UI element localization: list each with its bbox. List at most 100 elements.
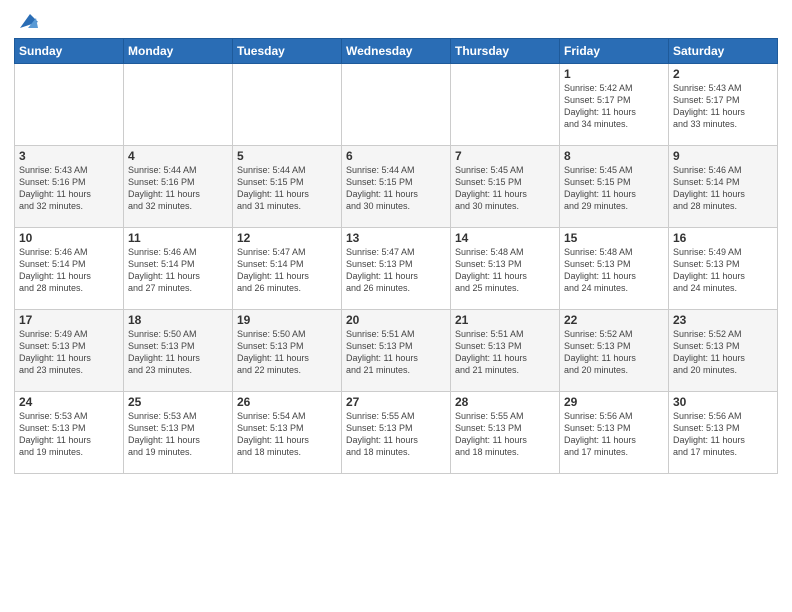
- calendar-cell: 30Sunrise: 5:56 AM Sunset: 5:13 PM Dayli…: [669, 392, 778, 474]
- calendar-week-row: 10 Sunrise: 5:46 AM Sunset: 5:14 PM Dayli…: [15, 228, 778, 310]
- calendar-cell: 21Sunrise: 5:51 AM Sunset: 5:13 PM Dayli…: [451, 310, 560, 392]
- day-info: Sunrise: 5:45 AM Sunset: 5:15 PM Dayligh…: [564, 164, 664, 213]
- calendar-header-sunday: Sunday: [15, 39, 124, 64]
- day-info: Sunrise: 5:56 AM Sunset: 5:13 PM Dayligh…: [564, 410, 664, 459]
- day-info: Sunrise: 5:49 AM Sunset: 5:13 PM Dayligh…: [19, 328, 119, 377]
- calendar-header-row: SundayMondayTuesdayWednesdayThursdayFrid…: [15, 39, 778, 64]
- calendar-cell: [124, 64, 233, 146]
- day-info: Sunrise: 5:48 AM Sunset: 5:13 PM Dayligh…: [564, 246, 664, 295]
- calendar-cell: 6Sunrise: 5:44 AM Sunset: 5:15 PM Daylig…: [342, 146, 451, 228]
- calendar-cell: [233, 64, 342, 146]
- day-number: 2: [673, 67, 773, 81]
- day-number: 13: [346, 231, 446, 245]
- calendar-cell: 19Sunrise: 5:50 AM Sunset: 5:13 PM Dayli…: [233, 310, 342, 392]
- calendar-cell: 15Sunrise: 5:48 AM Sunset: 5:13 PM Dayli…: [560, 228, 669, 310]
- calendar-cell: 1Sunrise: 5:42 AM Sunset: 5:17 PM Daylig…: [560, 64, 669, 146]
- day-info: Sunrise: 5:47 AM Sunset: 5:13 PM Dayligh…: [346, 246, 446, 295]
- calendar-header-thursday: Thursday: [451, 39, 560, 64]
- logo-icon: [16, 10, 38, 32]
- day-number: 4: [128, 149, 228, 163]
- calendar-cell: 27Sunrise: 5:55 AM Sunset: 5:13 PM Dayli…: [342, 392, 451, 474]
- day-number: 18: [128, 313, 228, 327]
- calendar-cell: 28Sunrise: 5:55 AM Sunset: 5:13 PM Dayli…: [451, 392, 560, 474]
- calendar-week-row: 17Sunrise: 5:49 AM Sunset: 5:13 PM Dayli…: [15, 310, 778, 392]
- day-number: 20: [346, 313, 446, 327]
- day-info: Sunrise: 5:53 AM Sunset: 5:13 PM Dayligh…: [19, 410, 119, 459]
- calendar-table: SundayMondayTuesdayWednesdayThursdayFrid…: [14, 38, 778, 474]
- calendar-cell: 14Sunrise: 5:48 AM Sunset: 5:13 PM Dayli…: [451, 228, 560, 310]
- calendar-cell: [451, 64, 560, 146]
- day-info: Sunrise: 5:51 AM Sunset: 5:13 PM Dayligh…: [455, 328, 555, 377]
- day-info: Sunrise: 5:45 AM Sunset: 5:15 PM Dayligh…: [455, 164, 555, 213]
- day-info: Sunrise: 5:53 AM Sunset: 5:13 PM Dayligh…: [128, 410, 228, 459]
- calendar-header-friday: Friday: [560, 39, 669, 64]
- day-number: 10: [19, 231, 119, 245]
- calendar-week-row: 1Sunrise: 5:42 AM Sunset: 5:17 PM Daylig…: [15, 64, 778, 146]
- day-number: 23: [673, 313, 773, 327]
- day-info: Sunrise: 5:48 AM Sunset: 5:13 PM Dayligh…: [455, 246, 555, 295]
- calendar-header-saturday: Saturday: [669, 39, 778, 64]
- calendar-cell: 26Sunrise: 5:54 AM Sunset: 5:13 PM Dayli…: [233, 392, 342, 474]
- day-number: 25: [128, 395, 228, 409]
- day-number: 19: [237, 313, 337, 327]
- day-info: Sunrise: 5:46 AM Sunset: 5:14 PM Dayligh…: [128, 246, 228, 295]
- calendar-cell: 4Sunrise: 5:44 AM Sunset: 5:16 PM Daylig…: [124, 146, 233, 228]
- day-info: Sunrise: 5:50 AM Sunset: 5:13 PM Dayligh…: [128, 328, 228, 377]
- day-info: Sunrise: 5:55 AM Sunset: 5:13 PM Dayligh…: [346, 410, 446, 459]
- calendar-week-row: 3Sunrise: 5:43 AM Sunset: 5:16 PM Daylig…: [15, 146, 778, 228]
- header: [14, 10, 778, 32]
- day-number: 11: [128, 231, 228, 245]
- calendar-cell: 5Sunrise: 5:44 AM Sunset: 5:15 PM Daylig…: [233, 146, 342, 228]
- day-info: Sunrise: 5:47 AM Sunset: 5:14 PM Dayligh…: [237, 246, 337, 295]
- day-number: 26: [237, 395, 337, 409]
- calendar-cell: 8Sunrise: 5:45 AM Sunset: 5:15 PM Daylig…: [560, 146, 669, 228]
- day-number: 16: [673, 231, 773, 245]
- page: SundayMondayTuesdayWednesdayThursdayFrid…: [0, 0, 792, 612]
- logo-area: [14, 10, 38, 32]
- calendar-cell: [342, 64, 451, 146]
- day-number: 6: [346, 149, 446, 163]
- day-number: 30: [673, 395, 773, 409]
- calendar-cell: 9Sunrise: 5:46 AM Sunset: 5:14 PM Daylig…: [669, 146, 778, 228]
- day-info: Sunrise: 5:56 AM Sunset: 5:13 PM Dayligh…: [673, 410, 773, 459]
- calendar-cell: 18Sunrise: 5:50 AM Sunset: 5:13 PM Dayli…: [124, 310, 233, 392]
- day-number: 3: [19, 149, 119, 163]
- day-info: Sunrise: 5:52 AM Sunset: 5:13 PM Dayligh…: [673, 328, 773, 377]
- day-number: 12: [237, 231, 337, 245]
- day-info: Sunrise: 5:44 AM Sunset: 5:15 PM Dayligh…: [237, 164, 337, 213]
- day-number: 15: [564, 231, 664, 245]
- day-info: Sunrise: 5:55 AM Sunset: 5:13 PM Dayligh…: [455, 410, 555, 459]
- day-number: 7: [455, 149, 555, 163]
- day-info: Sunrise: 5:42 AM Sunset: 5:17 PM Dayligh…: [564, 82, 664, 131]
- calendar-header-wednesday: Wednesday: [342, 39, 451, 64]
- calendar-cell: 22Sunrise: 5:52 AM Sunset: 5:13 PM Dayli…: [560, 310, 669, 392]
- day-info: Sunrise: 5:51 AM Sunset: 5:13 PM Dayligh…: [346, 328, 446, 377]
- day-info: Sunrise: 5:52 AM Sunset: 5:13 PM Dayligh…: [564, 328, 664, 377]
- calendar-cell: 17Sunrise: 5:49 AM Sunset: 5:13 PM Dayli…: [15, 310, 124, 392]
- day-number: 5: [237, 149, 337, 163]
- calendar-week-row: 24Sunrise: 5:53 AM Sunset: 5:13 PM Dayli…: [15, 392, 778, 474]
- calendar-cell: 7Sunrise: 5:45 AM Sunset: 5:15 PM Daylig…: [451, 146, 560, 228]
- day-number: 28: [455, 395, 555, 409]
- day-number: 29: [564, 395, 664, 409]
- day-number: 8: [564, 149, 664, 163]
- calendar-cell: 29Sunrise: 5:56 AM Sunset: 5:13 PM Dayli…: [560, 392, 669, 474]
- day-number: 1: [564, 67, 664, 81]
- calendar-cell: 12Sunrise: 5:47 AM Sunset: 5:14 PM Dayli…: [233, 228, 342, 310]
- day-info: Sunrise: 5:44 AM Sunset: 5:15 PM Dayligh…: [346, 164, 446, 213]
- day-info: Sunrise: 5:46 AM Sunset: 5:14 PM Dayligh…: [673, 164, 773, 213]
- day-info: Sunrise: 5:44 AM Sunset: 5:16 PM Dayligh…: [128, 164, 228, 213]
- day-info: Sunrise: 5:49 AM Sunset: 5:13 PM Dayligh…: [673, 246, 773, 295]
- calendar-header-monday: Monday: [124, 39, 233, 64]
- day-info: Sunrise: 5:43 AM Sunset: 5:17 PM Dayligh…: [673, 82, 773, 131]
- calendar-cell: 10Sunrise: 5:46 AM Sunset: 5:14 PM Dayli…: [15, 228, 124, 310]
- calendar-cell: 16Sunrise: 5:49 AM Sunset: 5:13 PM Dayli…: [669, 228, 778, 310]
- calendar-cell: 13Sunrise: 5:47 AM Sunset: 5:13 PM Dayli…: [342, 228, 451, 310]
- calendar-cell: 23Sunrise: 5:52 AM Sunset: 5:13 PM Dayli…: [669, 310, 778, 392]
- day-number: 14: [455, 231, 555, 245]
- calendar-cell: [15, 64, 124, 146]
- day-info: Sunrise: 5:50 AM Sunset: 5:13 PM Dayligh…: [237, 328, 337, 377]
- calendar-cell: 11Sunrise: 5:46 AM Sunset: 5:14 PM Dayli…: [124, 228, 233, 310]
- day-number: 9: [673, 149, 773, 163]
- day-number: 21: [455, 313, 555, 327]
